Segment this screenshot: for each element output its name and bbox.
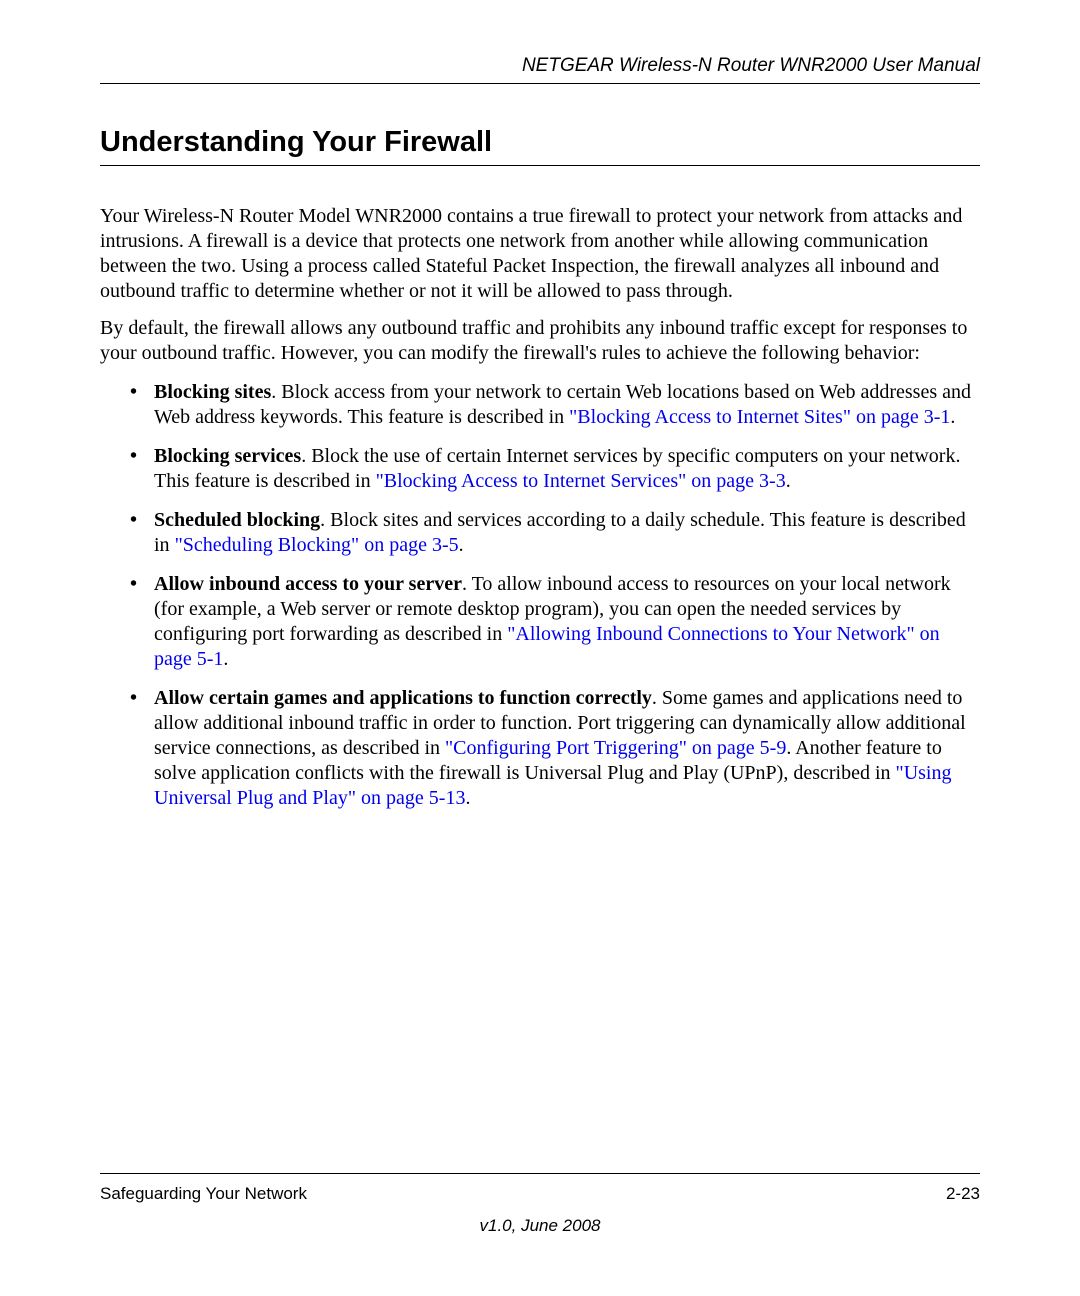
cross-ref-link[interactable]: "Scheduling Blocking" on page 3-5 [175, 534, 459, 556]
bullet-tail: . [223, 648, 228, 670]
section-heading: Understanding Your Firewall [100, 126, 980, 166]
bullet-label: Allow certain games and applications to … [154, 687, 652, 709]
footer-page-number: 2-23 [946, 1184, 980, 1204]
bullet-allow-inbound: Allow inbound access to your server. To … [130, 572, 980, 672]
bullet-label: Blocking services [154, 445, 301, 467]
cross-ref-link[interactable]: "Configuring Port Triggering" on page 5-… [445, 737, 786, 759]
bullet-blocking-services: Blocking services. Block the use of cert… [130, 444, 980, 494]
paragraph-intro-1: Your Wireless-N Router Model WNR2000 con… [100, 204, 980, 304]
doc-title: NETGEAR Wireless-N Router WNR2000 User M… [522, 55, 980, 76]
cross-ref-link[interactable]: "Blocking Access to Internet Services" o… [376, 470, 786, 492]
bullet-list: Blocking sites. Block access from your n… [100, 380, 980, 811]
running-header: NETGEAR Wireless-N Router WNR2000 User M… [100, 55, 980, 84]
bullet-scheduled-blocking: Scheduled blocking. Block sites and serv… [130, 508, 980, 558]
bullet-tail: . [950, 406, 955, 428]
document-page: NETGEAR Wireless-N Router WNR2000 User M… [0, 0, 1080, 1296]
bullet-label: Scheduled blocking [154, 509, 320, 531]
footer-version: v1.0, June 2008 [100, 1216, 980, 1236]
bullet-blocking-sites: Blocking sites. Block access from your n… [130, 380, 980, 430]
paragraph-intro-2: By default, the firewall allows any outb… [100, 316, 980, 366]
bullet-tail: . [459, 534, 464, 556]
page-footer: Safeguarding Your Network 2-23 v1.0, Jun… [100, 1173, 980, 1236]
cross-ref-link[interactable]: "Blocking Access to Internet Sites" on p… [569, 406, 950, 428]
bullet-tail: . [465, 787, 470, 809]
bullet-allow-games: Allow certain games and applications to … [130, 686, 980, 811]
bullet-label: Blocking sites [154, 381, 271, 403]
bullet-tail: . [786, 470, 791, 492]
footer-section: Safeguarding Your Network [100, 1184, 307, 1204]
body-text: Your Wireless-N Router Model WNR2000 con… [100, 204, 980, 1256]
bullet-label: Allow inbound access to your server [154, 573, 462, 595]
